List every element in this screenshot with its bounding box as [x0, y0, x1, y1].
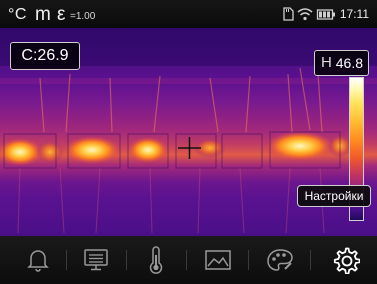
sd-card-icon	[282, 7, 294, 21]
display-button[interactable]	[70, 238, 122, 282]
center-temperature: C:26.9	[10, 42, 80, 70]
max-value: 46.8	[335, 55, 363, 71]
crosshair-icon	[178, 137, 201, 159]
thermometer-button[interactable]	[130, 238, 182, 282]
bottom-toolbar	[0, 236, 377, 284]
measure-mode[interactable]: m	[35, 4, 51, 26]
toolbar-divider	[310, 250, 311, 270]
palette-icon	[267, 249, 293, 271]
palette-button[interactable]	[254, 238, 306, 282]
settings-button[interactable]	[320, 238, 372, 282]
emissivity-symbol[interactable]: ε	[57, 4, 65, 26]
max-label: H	[321, 54, 332, 71]
toolbar-divider	[186, 250, 187, 270]
thermometer-icon	[149, 246, 163, 274]
image-icon	[205, 250, 231, 270]
max-temperature: H 46.8	[314, 50, 369, 76]
gear-icon	[333, 247, 360, 274]
gallery-button[interactable]	[192, 238, 244, 282]
emissivity-value[interactable]: =1.00	[70, 11, 95, 22]
wifi-icon	[297, 7, 313, 21]
monitor-icon	[84, 249, 108, 271]
toolbar-divider	[248, 250, 249, 270]
bell-icon	[27, 250, 49, 272]
status-bar: °C m ε =1.00 17:11	[0, 0, 377, 28]
toolbar-divider	[66, 250, 67, 270]
toolbar-divider	[126, 250, 127, 270]
temperature-unit[interactable]: °C	[8, 6, 27, 24]
battery-icon	[316, 7, 336, 21]
alarm-button[interactable]	[12, 238, 64, 282]
settings-tooltip: Настройки	[297, 185, 371, 207]
clock: 17:11	[339, 7, 369, 21]
